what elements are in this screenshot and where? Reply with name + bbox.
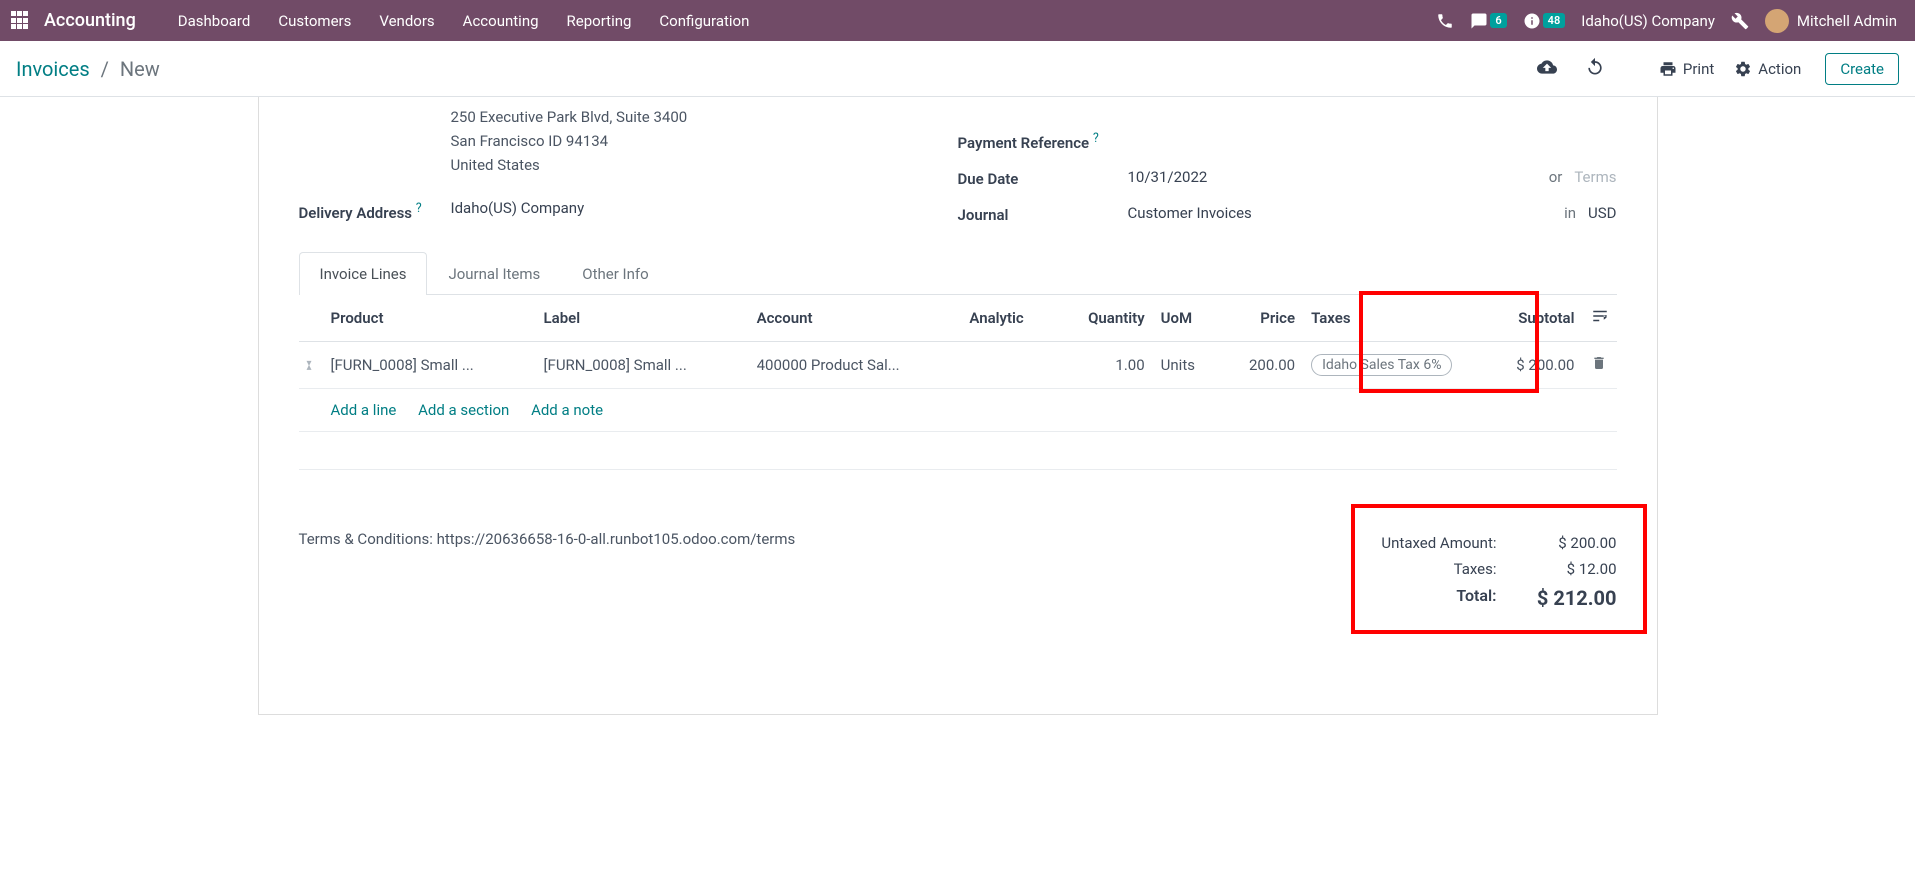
th-quantity[interactable]: Quantity [1056, 295, 1153, 342]
cell-price[interactable]: 200.00 [1220, 342, 1303, 389]
nav-accounting[interactable]: Accounting [449, 12, 553, 30]
grand-total-value: $ 212.00 [1497, 586, 1617, 610]
drag-handle-icon[interactable] [299, 342, 323, 389]
nav-reporting[interactable]: Reporting [553, 12, 646, 30]
cell-product[interactable]: [FURN_0008] Small ... [323, 342, 536, 389]
discard-icon[interactable] [1571, 51, 1619, 87]
user-menu[interactable]: Mitchell Admin [1757, 9, 1905, 33]
address-line-1: 250 Executive Park Blvd, Suite 3400 [451, 105, 958, 129]
untaxed-label: Untaxed Amount: [1337, 534, 1497, 552]
cell-uom[interactable]: Units [1153, 342, 1220, 389]
company-selector[interactable]: Idaho(US) Company [1573, 12, 1723, 30]
terms-field[interactable]: Terms [1574, 168, 1616, 186]
apps-icon[interactable] [10, 11, 30, 31]
cloud-save-icon[interactable] [1523, 51, 1571, 87]
payment-reference-label: Payment Reference ? [958, 129, 1128, 152]
th-taxes[interactable]: Taxes [1303, 295, 1483, 342]
delete-row-icon[interactable] [1583, 342, 1617, 389]
messages-badge: 6 [1490, 13, 1506, 28]
add-line-link[interactable]: Add a line [331, 401, 397, 419]
th-uom[interactable]: UoM [1153, 295, 1220, 342]
delivery-address-value[interactable]: Idaho(US) Company [451, 199, 958, 217]
form-viewport: 250 Executive Park Blvd, Suite 3400 San … [0, 97, 1915, 885]
nav-dashboard[interactable]: Dashboard [164, 12, 265, 30]
cell-subtotal: $ 200.00 [1483, 342, 1582, 389]
breadcrumb-root[interactable]: Invoices [16, 57, 90, 81]
help-icon[interactable]: ? [416, 201, 422, 216]
invoice-lines-table: Product Label Account Analytic Quantity … [299, 295, 1617, 470]
nav-customers[interactable]: Customers [264, 12, 365, 30]
cell-taxes[interactable]: Idaho Sales Tax 6% [1303, 342, 1483, 389]
totals-panel: Untaxed Amount: $ 200.00 Taxes: $ 12.00 … [1337, 530, 1617, 614]
cell-label[interactable]: [FURN_0008] Small ... [536, 342, 749, 389]
messages-icon[interactable]: 6 [1462, 12, 1514, 30]
cell-quantity[interactable]: 1.00 [1056, 342, 1153, 389]
app-brand[interactable]: Accounting [44, 10, 136, 31]
due-date-label: Due Date [958, 168, 1128, 188]
nav-vendors[interactable]: Vendors [365, 12, 448, 30]
tools-icon[interactable] [1723, 12, 1757, 30]
breadcrumb: Invoices / New [16, 57, 160, 81]
th-product[interactable]: Product [323, 295, 536, 342]
th-subtotal[interactable]: Subtotal [1483, 295, 1582, 342]
top-navbar: Accounting Dashboard Customers Vendors A… [0, 0, 1915, 41]
tab-other-info[interactable]: Other Info [561, 252, 669, 295]
avatar [1765, 9, 1789, 33]
control-panel: Invoices / New Print Action Create [0, 41, 1915, 97]
column-settings-icon[interactable] [1583, 295, 1617, 342]
journal-value[interactable]: Customer Invoices [1128, 204, 1252, 222]
table-row[interactable]: [FURN_0008] Small ... [FURN_0008] Small … [299, 342, 1617, 389]
th-account[interactable]: Account [749, 295, 962, 342]
address-line-2: San Francisco ID 94134 [451, 129, 958, 153]
tab-journal-items[interactable]: Journal Items [427, 252, 561, 295]
voip-icon[interactable] [1428, 12, 1462, 30]
print-button[interactable]: Print [1649, 54, 1724, 84]
tab-invoice-lines[interactable]: Invoice Lines [299, 252, 428, 295]
help-icon[interactable]: ? [1093, 131, 1099, 146]
th-label[interactable]: Label [536, 295, 749, 342]
add-section-link[interactable]: Add a section [418, 401, 509, 419]
breadcrumb-current: New [120, 57, 160, 81]
nav-configuration[interactable]: Configuration [645, 12, 763, 30]
untaxed-value: $ 200.00 [1497, 534, 1617, 552]
form-sheet: 250 Executive Park Blvd, Suite 3400 San … [258, 97, 1658, 715]
delivery-address-label: Delivery Address ? [299, 199, 451, 222]
journal-label: Journal [958, 204, 1128, 224]
th-analytic[interactable]: Analytic [961, 295, 1055, 342]
user-name: Mitchell Admin [1797, 12, 1897, 30]
th-price[interactable]: Price [1220, 295, 1303, 342]
address-line-3: United States [451, 153, 958, 177]
activities-badge: 48 [1543, 13, 1566, 28]
activities-icon[interactable]: 48 [1515, 12, 1574, 30]
terms-conditions[interactable]: Terms & Conditions: https://20636658-16-… [299, 530, 1337, 614]
action-button[interactable]: Action [1724, 54, 1811, 84]
tax-tag[interactable]: Idaho Sales Tax 6% [1311, 354, 1452, 376]
currency-value[interactable]: USD [1588, 204, 1616, 222]
taxes-total-label: Taxes: [1337, 560, 1497, 578]
cell-account[interactable]: 400000 Product Sal... [749, 342, 962, 389]
tabs: Invoice Lines Journal Items Other Info [299, 252, 1617, 295]
due-date-value[interactable]: 10/31/2022 [1128, 168, 1208, 186]
grand-total-label: Total: [1337, 586, 1497, 610]
create-button[interactable]: Create [1825, 53, 1899, 85]
add-note-link[interactable]: Add a note [531, 401, 603, 419]
taxes-total-value: $ 12.00 [1497, 560, 1617, 578]
cell-analytic[interactable] [961, 342, 1055, 389]
